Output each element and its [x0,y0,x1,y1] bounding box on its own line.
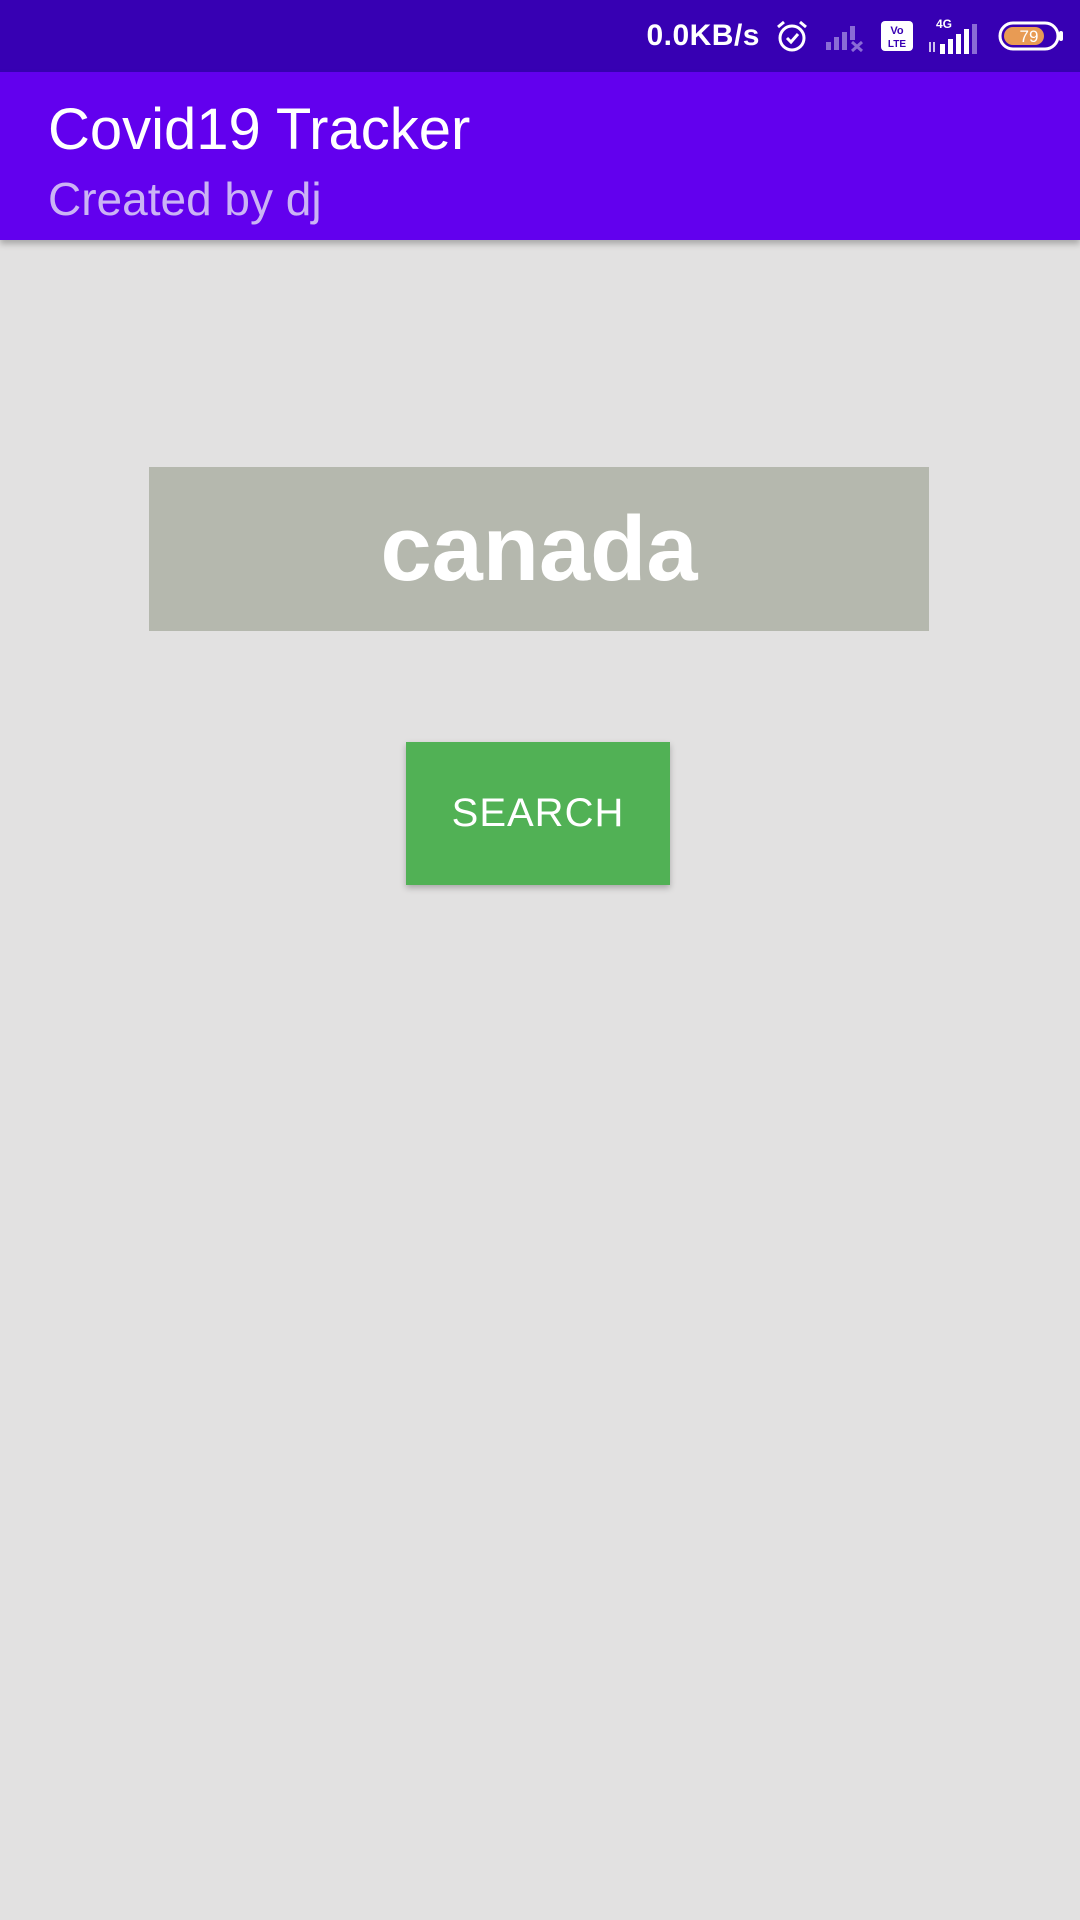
country-input[interactable] [149,467,929,631]
battery-level-text: 79 [1020,27,1039,46]
status-bar: 0.0KB/s Vo LTE 4G 79 [0,0,1080,72]
app-bar: Covid19 Tracker Created by dj [0,72,1080,240]
network-type-text: 4G [936,17,952,31]
net-speed-text: 0.0KB/s [646,19,760,52]
volte-bottom-text: LTE [888,39,906,50]
volte-icon: Vo LTE [880,20,914,52]
volte-top-text: Vo [890,25,904,37]
signal-4g-icon: 4G [928,16,984,56]
app-title: Covid19 Tracker [48,97,471,162]
alarm-icon [774,18,810,54]
status-icons: 0.0KB/s Vo LTE 4G 79 [646,0,1064,72]
search-button[interactable]: SEARCH [406,742,670,885]
signal-no-service-icon [824,20,866,52]
app-subtitle: Created by dj [48,173,322,225]
battery-icon: 79 [998,21,1064,51]
